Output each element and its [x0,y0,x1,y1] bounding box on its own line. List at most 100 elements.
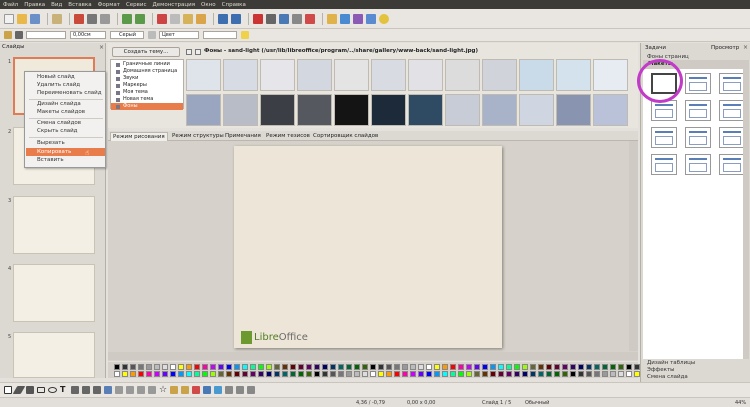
palette-swatch[interactable] [570,364,576,370]
gallery-tile[interactable] [260,59,295,91]
gallery-icon[interactable] [340,13,350,24]
tasks-view-dropdown[interactable]: Просмотр [711,45,739,51]
gallery-tile[interactable] [408,59,443,91]
flowchart-icon[interactable] [137,386,145,394]
palette-swatch[interactable] [490,364,496,370]
palette-swatch[interactable] [202,364,208,370]
menu-item-slide-transition[interactable]: Смена слайдов [37,120,81,126]
detail-view-icon[interactable] [195,49,201,55]
palette-swatch[interactable] [354,364,360,370]
save-icon[interactable] [30,13,40,24]
palette-swatch[interactable] [554,371,560,377]
palette-swatch[interactable] [322,364,328,370]
palette-swatch[interactable] [154,364,160,370]
palette-swatch[interactable] [402,364,408,370]
palette-swatch[interactable] [578,371,584,377]
palette-swatch[interactable] [394,364,400,370]
theme-item[interactable]: Новая тема [111,96,183,103]
palette-swatch[interactable] [418,371,424,377]
theme-item[interactable]: Граничные линии [111,61,183,68]
palette-swatch[interactable] [442,364,448,370]
palette-swatch[interactable] [290,371,296,377]
palette-swatch[interactable] [306,364,312,370]
palette-swatch[interactable] [386,364,392,370]
gallery-tile[interactable] [556,94,591,126]
palette-swatch[interactable] [538,364,544,370]
chart-icon[interactable] [253,13,263,24]
tab-outline[interactable]: Режим структуры [170,132,226,141]
new-document-icon[interactable] [4,13,14,24]
gallery-tile[interactable] [334,94,369,126]
palette-swatch[interactable] [578,364,584,370]
horizontal-scrollbar[interactable] [108,352,638,360]
palette-swatch[interactable] [210,364,216,370]
gallery-tile[interactable] [482,94,517,126]
palette-swatch[interactable] [330,371,336,377]
palette-swatch[interactable] [570,371,576,377]
palette-swatch[interactable] [458,364,464,370]
line-width-field[interactable]: 0,00см [70,31,106,39]
layout-thumbnail[interactable] [719,73,745,94]
gallery-tile[interactable] [297,94,332,126]
extrusion-icon[interactable] [214,386,222,394]
palette-swatch[interactable] [498,371,504,377]
palette-swatch[interactable] [346,371,352,377]
palette-swatch[interactable] [234,364,240,370]
layout-thumbnail[interactable] [651,154,677,175]
palette-swatch[interactable] [522,364,528,370]
palette-swatch[interactable] [410,364,416,370]
glue-points-icon[interactable] [181,386,189,394]
gallery-tile[interactable] [445,59,480,91]
palette-swatch[interactable] [530,364,536,370]
palette-swatch[interactable] [186,371,192,377]
palette-swatch[interactable] [242,364,248,370]
redo-icon[interactable] [231,13,241,24]
display-views-icon[interactable] [366,13,376,24]
rotate-icon[interactable] [225,386,233,394]
menu-view[interactable]: Вид [51,2,62,8]
gallery-tile[interactable] [334,59,369,91]
layout-thumbnail[interactable] [651,100,677,121]
palette-swatch[interactable] [610,371,616,377]
palette-swatch[interactable] [282,371,288,377]
symbol-shapes-icon[interactable] [115,386,123,394]
palette-swatch[interactable] [522,371,528,377]
ellipse-icon[interactable] [48,387,57,393]
gallery-tile[interactable] [186,94,221,126]
arrow-line-icon[interactable] [26,386,34,394]
palette-swatch[interactable] [138,364,144,370]
vertical-scrollbar[interactable] [629,141,638,351]
stars-icon[interactable]: ☆ [159,386,167,395]
palette-swatch[interactable] [530,371,536,377]
layout-thumbnail[interactable] [685,73,711,94]
palette-swatch[interactable] [466,364,472,370]
gallery-tile[interactable] [519,94,554,126]
palette-swatch[interactable] [586,364,592,370]
palette-swatch[interactable] [506,364,512,370]
palette-swatch[interactable] [218,371,224,377]
palette-swatch[interactable] [210,371,216,377]
points-icon[interactable] [170,386,178,394]
palette-swatch[interactable] [506,371,512,377]
palette-swatch[interactable] [194,371,200,377]
menu-item-delete-slide[interactable]: Удалить слайд [37,82,80,88]
palette-swatch[interactable] [258,371,264,377]
palette-swatch[interactable] [378,371,384,377]
palette-swatch[interactable] [194,364,200,370]
line-color-select[interactable]: Серый [110,31,144,39]
palette-swatch[interactable] [562,371,568,377]
export-pdf-icon[interactable] [74,13,84,24]
palette-swatch[interactable] [314,364,320,370]
palette-swatch[interactable] [546,371,552,377]
line-style-select[interactable] [26,31,66,39]
palette-swatch[interactable] [386,371,392,377]
layout-thumbnail[interactable] [719,127,745,148]
palette-swatch[interactable] [426,364,432,370]
palette-swatch[interactable] [602,371,608,377]
line-style-icon[interactable] [4,31,12,39]
layout-thumbnail[interactable] [685,154,711,175]
palette-swatch[interactable] [162,364,168,370]
layout-thumbnail[interactable] [719,100,745,121]
theme-item[interactable]: Домашняя страница [111,68,183,75]
menu-window[interactable]: Окно [201,2,216,8]
